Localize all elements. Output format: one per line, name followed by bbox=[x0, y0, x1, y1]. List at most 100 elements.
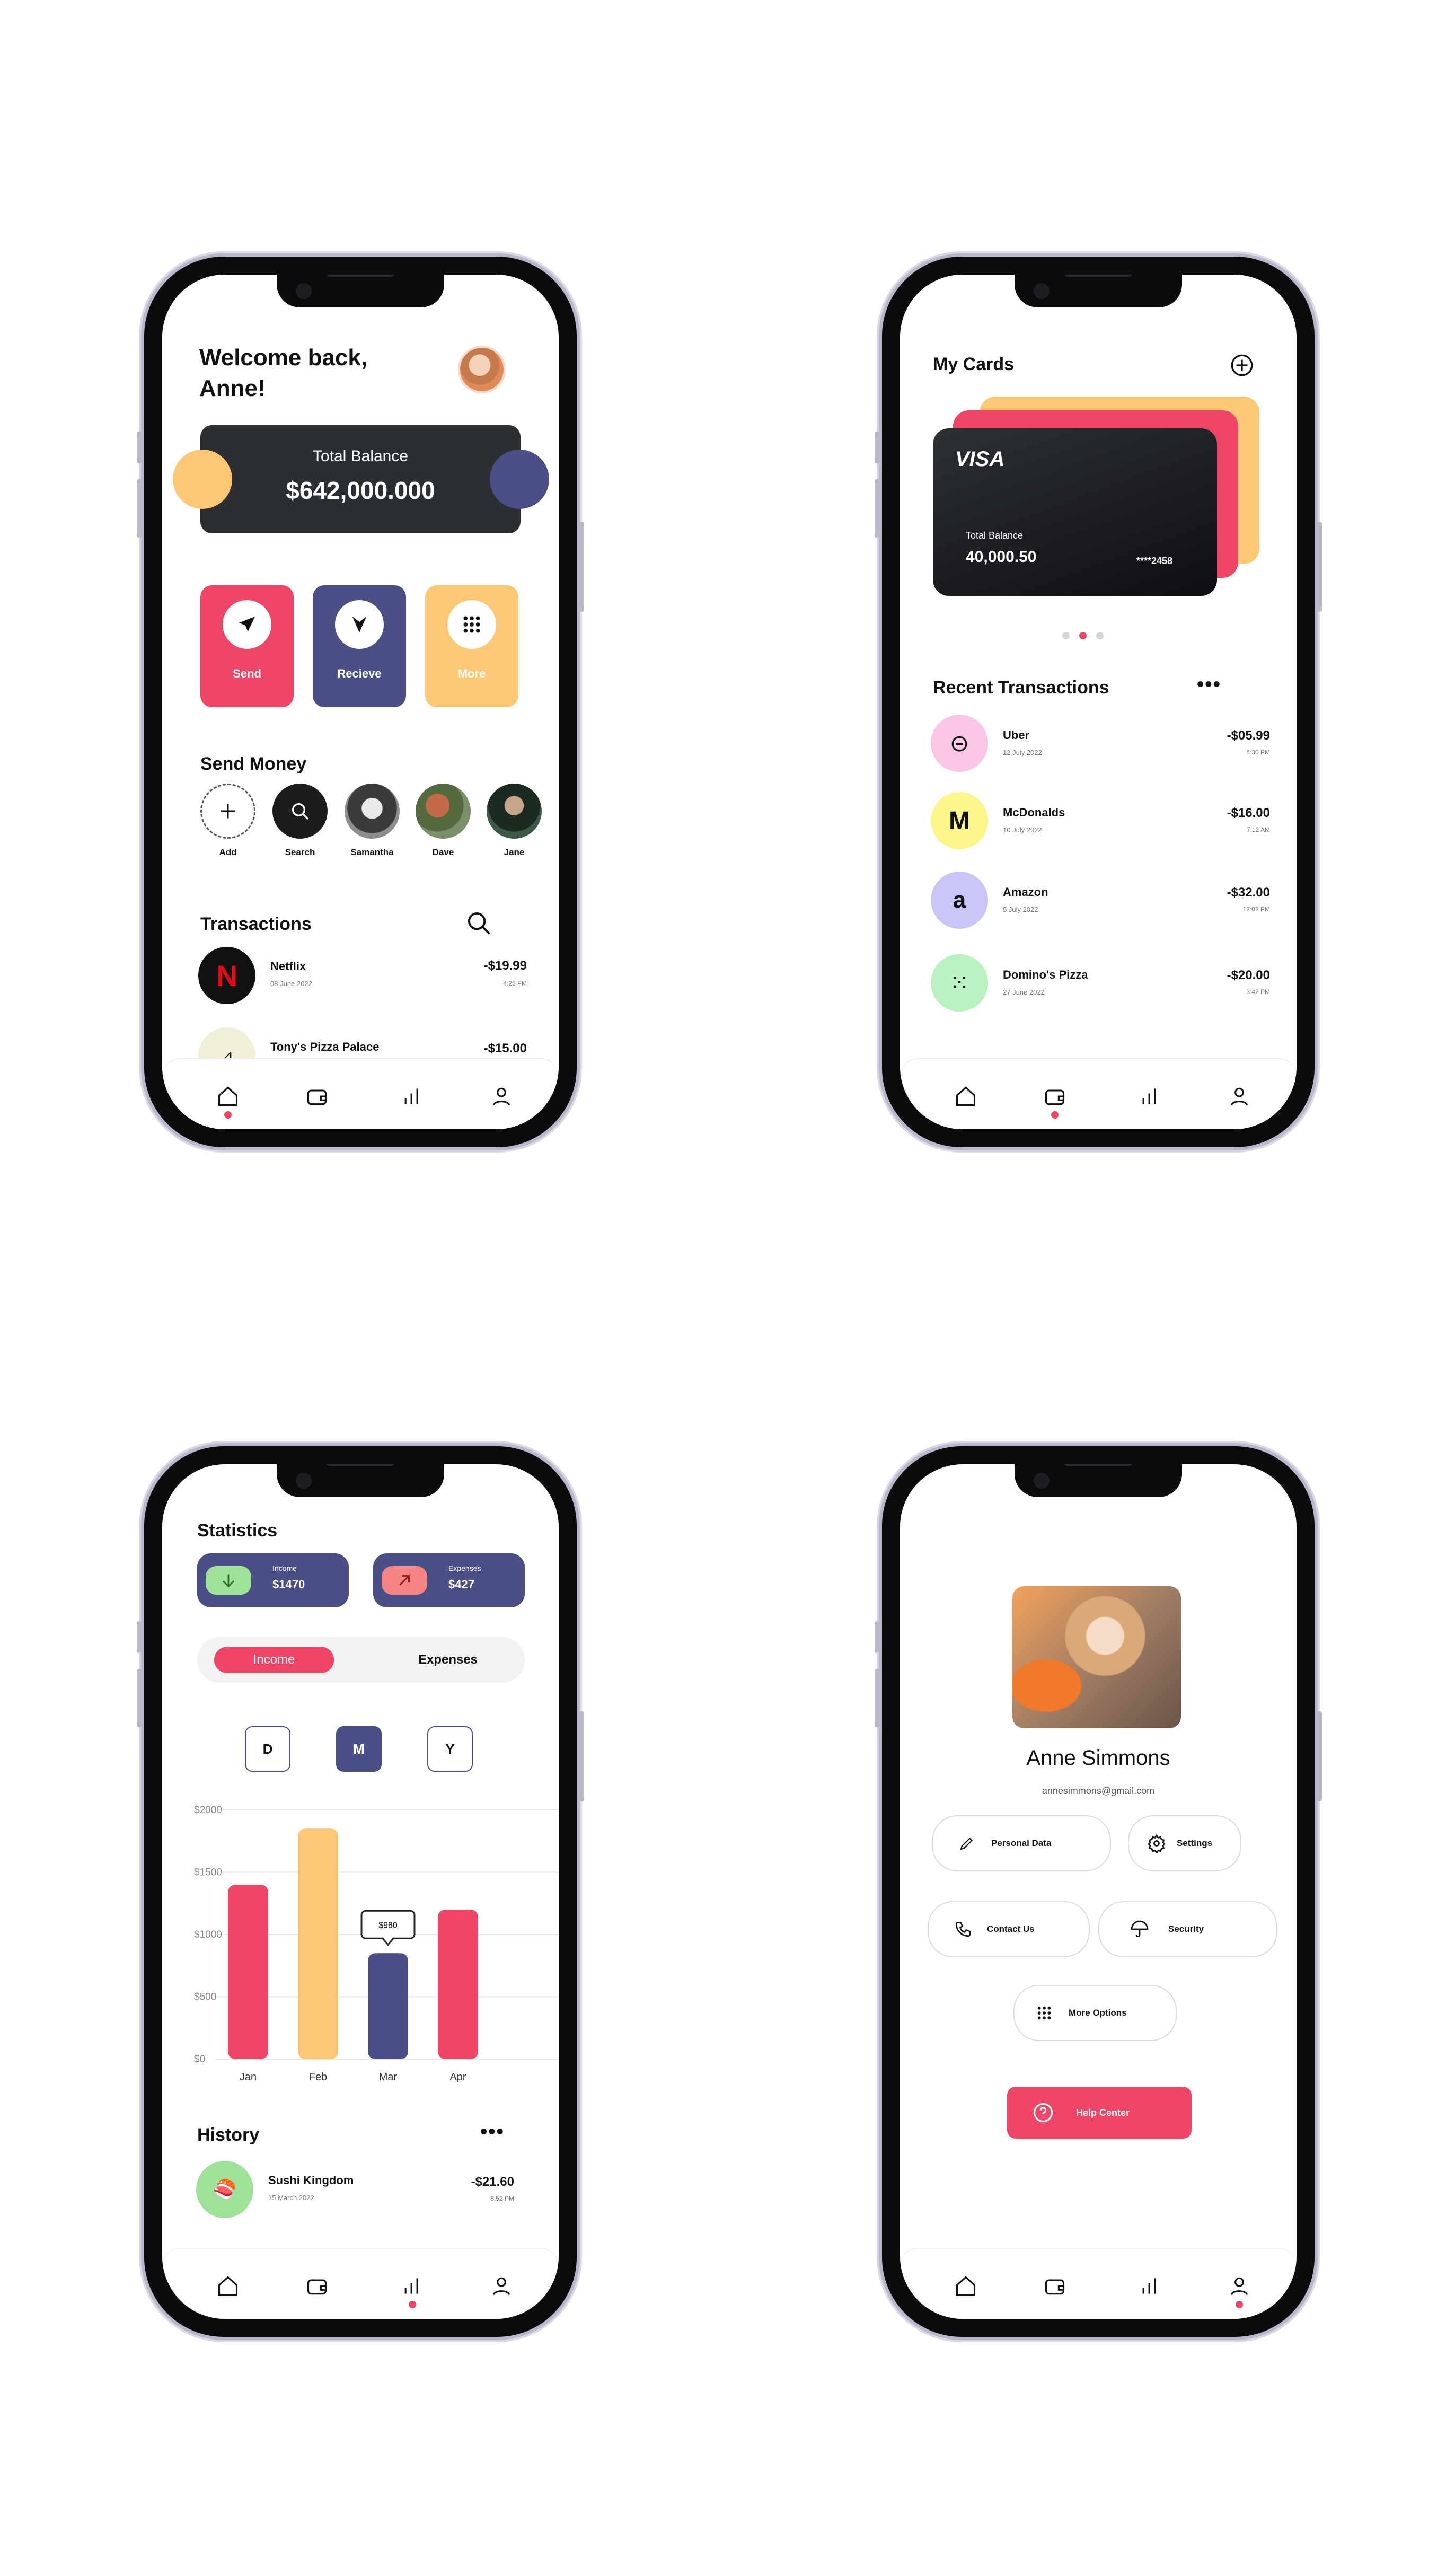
wallet-icon[interactable] bbox=[301, 2270, 333, 2302]
transaction-row[interactable]: a Amazon 5 July 2022 -$32.00 12:02 PM bbox=[931, 872, 1270, 930]
period-day-button[interactable]: D bbox=[245, 1726, 290, 1772]
home-icon[interactable] bbox=[212, 1080, 244, 1112]
transaction-time: 7:12 AM bbox=[1246, 826, 1270, 833]
uber-icon: ⊝ bbox=[931, 715, 988, 772]
search-icon bbox=[292, 803, 309, 820]
profile-icon[interactable] bbox=[486, 1080, 517, 1112]
transaction-row[interactable]: ⁙ Domino's Pizza 27 June 2022 -$20.00 3:… bbox=[931, 954, 1270, 1013]
profile-icon[interactable] bbox=[1223, 2270, 1255, 2302]
search-icon[interactable] bbox=[464, 909, 493, 940]
avatar[interactable] bbox=[458, 346, 506, 393]
wallet-icon[interactable] bbox=[1039, 1080, 1071, 1112]
more-tile[interactable]: More bbox=[425, 585, 518, 707]
contact-label: Dave bbox=[432, 847, 454, 857]
add-card-icon[interactable] bbox=[1229, 352, 1255, 381]
wallet-icon[interactable] bbox=[1039, 2270, 1071, 2302]
tab-expenses[interactable]: Expenses bbox=[388, 1647, 508, 1673]
x-tick-label: Mar bbox=[379, 2071, 398, 2083]
contact-dave-avatar[interactable] bbox=[416, 784, 471, 839]
carousel-dot[interactable] bbox=[1062, 632, 1070, 639]
add-contact-button[interactable] bbox=[200, 784, 255, 839]
receive-icon bbox=[335, 600, 384, 649]
history-row[interactable]: 🍣 Sushi Kingdom 15 March 2022 -$21.60 8:… bbox=[196, 2161, 514, 2219]
home-icon[interactable] bbox=[950, 1080, 982, 1112]
send-tile[interactable]: Send bbox=[200, 585, 294, 707]
side-button bbox=[875, 432, 880, 463]
stats-icon[interactable] bbox=[1134, 1080, 1166, 1112]
carousel-dot-active[interactable] bbox=[1079, 632, 1087, 639]
dominos-icon: ⁙ bbox=[931, 954, 988, 1012]
transaction-row[interactable]: N Netflix 08 June 2022 -$19.99 4:25 PM bbox=[198, 947, 527, 1006]
more-options-icon[interactable]: ••• bbox=[480, 2121, 505, 2143]
y-tick-label: $2000 bbox=[194, 1805, 222, 1816]
help-center-button[interactable]: Help Center bbox=[1007, 2087, 1192, 2139]
profile-icon[interactable] bbox=[1223, 1080, 1255, 1112]
stats-icon[interactable] bbox=[396, 2270, 428, 2302]
income-value: $1470 bbox=[272, 1578, 305, 1591]
side-button bbox=[1317, 522, 1322, 612]
balance-card[interactable]: Total Balance $642,000.000 bbox=[200, 425, 521, 533]
contact-jane-avatar[interactable] bbox=[487, 784, 542, 839]
transaction-row[interactable]: M McDonalds 10 July 2022 -$16.00 7:12 AM bbox=[931, 792, 1270, 850]
more-label: More bbox=[457, 667, 486, 680]
transaction-name: Amazon bbox=[1003, 885, 1048, 899]
phone-profile: Anne Simmons annesimmons@gmail.com Perso… bbox=[875, 1446, 1322, 2337]
contact-samantha-avatar[interactable] bbox=[345, 784, 400, 839]
page-title: My Cards bbox=[933, 354, 1015, 374]
history-title: History bbox=[197, 2125, 260, 2145]
grid-icon bbox=[447, 600, 496, 649]
greeting-line1: Welcome back, bbox=[199, 345, 368, 371]
security-button[interactable]: Security bbox=[1098, 1901, 1277, 1957]
income-summary-card[interactable]: Income $1470 bbox=[197, 1553, 349, 1607]
search-contact-button[interactable] bbox=[272, 784, 328, 839]
transaction-row[interactable]: ⊝ Uber 12 July 2022 -$05.99 6:30 PM bbox=[931, 715, 1270, 773]
send-money-title: Send Money bbox=[200, 754, 307, 774]
receive-tile[interactable]: Recieve bbox=[313, 585, 406, 707]
contact-label: Add bbox=[219, 847, 237, 857]
carousel-dot[interactable] bbox=[1096, 632, 1104, 639]
profile-photo[interactable] bbox=[1012, 1586, 1181, 1728]
transaction-name: Tony's Pizza Palace bbox=[270, 1040, 380, 1053]
help-icon bbox=[1031, 2101, 1055, 2124]
help-center-label: Help Center bbox=[1076, 2107, 1130, 2118]
expenses-value: $427 bbox=[448, 1578, 474, 1591]
contact-us-button[interactable]: Contact Us bbox=[928, 1901, 1090, 1957]
grid-icon bbox=[1036, 2004, 1053, 2021]
card-balance-label: Total Balance bbox=[966, 530, 1024, 541]
settings-button[interactable]: Settings bbox=[1128, 1815, 1241, 1871]
wallet-icon[interactable] bbox=[301, 1080, 333, 1112]
balance-value: $642,000.000 bbox=[286, 477, 435, 504]
button-label: Contact Us bbox=[987, 1924, 1035, 1934]
stats-icon[interactable] bbox=[1134, 2270, 1166, 2302]
home-screen: Welcome back, Anne! Total Balance $642,0… bbox=[162, 275, 559, 1129]
transaction-amount: -$15.00 bbox=[483, 1041, 527, 1056]
active-indicator bbox=[1051, 1111, 1059, 1119]
home-icon[interactable] bbox=[950, 2270, 982, 2302]
transaction-name: Sushi Kingdom bbox=[268, 2174, 354, 2187]
profile-screen: Anne Simmons annesimmons@gmail.com Perso… bbox=[900, 1464, 1297, 2319]
transaction-time: 12:02 PM bbox=[1242, 905, 1270, 913]
contact-label: Samantha bbox=[350, 847, 394, 857]
period-year-button[interactable]: Y bbox=[427, 1726, 473, 1772]
more-options-button[interactable]: More Options bbox=[1013, 1985, 1177, 2041]
transaction-name: Netflix bbox=[270, 960, 306, 973]
period-month-button[interactable]: M bbox=[336, 1726, 382, 1772]
side-button bbox=[875, 1669, 880, 1727]
phone-statistics: Statistics Income $1470 Expenses $427 In… bbox=[137, 1446, 584, 2337]
personal-data-button[interactable]: Personal Data bbox=[932, 1815, 1111, 1871]
x-tick-label: Apr bbox=[449, 2071, 466, 2083]
arrow-down-icon bbox=[206, 1566, 251, 1595]
transaction-date: 5 July 2022 bbox=[1003, 905, 1038, 913]
bottom-nav bbox=[900, 2248, 1297, 2319]
tab-income[interactable]: Income bbox=[214, 1647, 334, 1673]
expenses-summary-card[interactable]: Expenses $427 bbox=[373, 1553, 525, 1607]
side-button bbox=[579, 522, 584, 612]
visa-card[interactable]: VISA Total Balance 40,000.50 ****2458 bbox=[933, 428, 1217, 596]
umbrella-icon bbox=[1130, 1920, 1149, 1939]
more-options-icon[interactable]: ••• bbox=[1197, 673, 1221, 696]
profile-icon[interactable] bbox=[486, 2270, 517, 2302]
home-icon[interactable] bbox=[212, 2270, 244, 2302]
statistics-bar-chart: $2000 $1500 $1000 $500 $0 Jan Feb Mar Apr $980 bbox=[194, 1805, 559, 2083]
stats-icon[interactable] bbox=[396, 1080, 428, 1112]
button-label: Settings bbox=[1177, 1838, 1213, 1848]
